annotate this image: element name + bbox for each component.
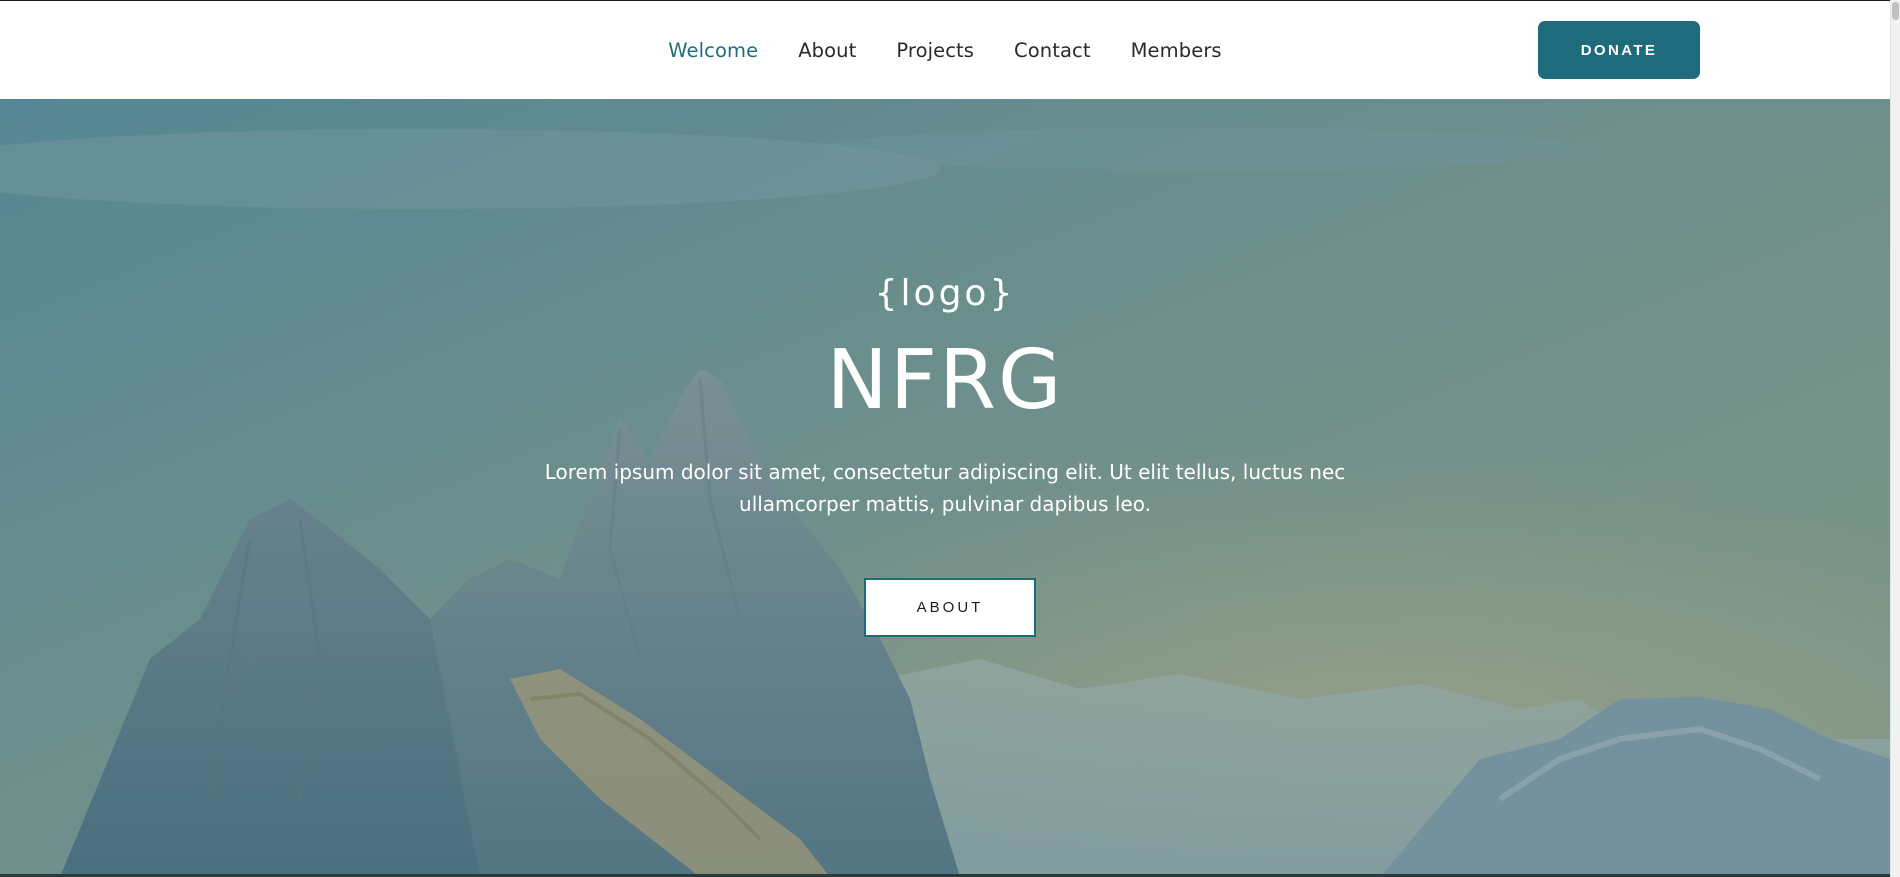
hero-description: Lorem ipsum dolor sit amet, consectetur … xyxy=(544,460,1346,516)
nav-link-welcome[interactable]: Welcome xyxy=(668,39,758,62)
site-header: Welcome About Projects Contact Members D… xyxy=(0,1,1890,99)
about-button[interactable]: ABOUT xyxy=(864,578,1036,637)
page-scrollbar[interactable] xyxy=(1890,0,1900,877)
hero-content: {logo} NFRG Lorem ipsum dolor sit amet, … xyxy=(0,99,1890,877)
nav-link-projects[interactable]: Projects xyxy=(896,39,974,62)
nav-link-contact[interactable]: Contact xyxy=(1014,39,1091,62)
scrollbar-thumb[interactable] xyxy=(1892,2,1899,20)
page: Welcome About Projects Contact Members D… xyxy=(0,0,1900,877)
hero-section: {logo} NFRG Lorem ipsum dolor sit amet, … xyxy=(0,99,1890,877)
donate-button[interactable]: DONATE xyxy=(1538,21,1700,79)
hero-title: NFRG xyxy=(826,333,1064,428)
logo-placeholder: {logo} xyxy=(874,273,1016,314)
nav-link-about[interactable]: About xyxy=(798,39,856,62)
nav-link-members[interactable]: Members xyxy=(1131,39,1222,62)
